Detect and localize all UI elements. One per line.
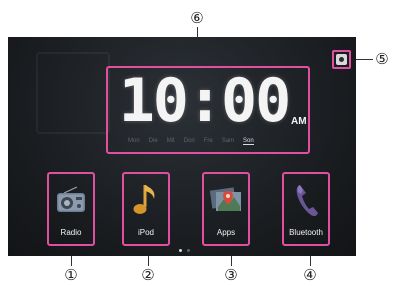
map-pin-icon bbox=[208, 180, 244, 220]
app-bluetooth-button[interactable]: Bluetooth bbox=[282, 172, 330, 246]
weekday-son: Son bbox=[243, 138, 254, 145]
callout-1: ① bbox=[64, 266, 78, 284]
radio-icon bbox=[53, 180, 89, 220]
callout-5: ⑤ bbox=[375, 50, 389, 68]
music-note-icon bbox=[128, 180, 164, 220]
app-radio-label: Radio bbox=[60, 228, 82, 237]
callout-3: ③ bbox=[224, 266, 238, 284]
callout-4: ④ bbox=[303, 266, 317, 284]
settings-icon bbox=[336, 54, 347, 65]
weekday-fre: Fre bbox=[203, 138, 213, 144]
page-dot-1[interactable] bbox=[179, 249, 182, 252]
page-dot-2[interactable] bbox=[187, 249, 190, 252]
callout-6: ⑥ bbox=[190, 9, 204, 27]
clock-time: 10:00 bbox=[118, 66, 292, 136]
phone-handset-icon bbox=[288, 180, 324, 220]
app-apps-button[interactable]: Apps bbox=[202, 172, 250, 246]
page-indicator[interactable] bbox=[179, 249, 190, 252]
weekday-row: Mon Die Mit Don Fre Sam Son bbox=[128, 138, 278, 145]
app-ipod-label: iPod bbox=[137, 228, 154, 237]
weekday-mon: Mon bbox=[128, 138, 140, 144]
weekday-sam: Sam bbox=[221, 138, 235, 144]
app-ipod-button[interactable]: iPod bbox=[122, 172, 170, 246]
settings-button[interactable] bbox=[332, 50, 351, 69]
app-bluetooth-label: Bluetooth bbox=[289, 228, 323, 237]
clock-ampm: AM bbox=[291, 116, 307, 127]
app-apps-label: Apps bbox=[216, 228, 236, 237]
callout-2: ② bbox=[141, 266, 155, 284]
weekday-die: Die bbox=[148, 138, 158, 144]
app-radio-button[interactable]: Radio bbox=[47, 172, 95, 246]
weekday-don: Don bbox=[183, 138, 195, 144]
background-decoration bbox=[36, 52, 110, 134]
weekday-mit: Mit bbox=[166, 138, 175, 144]
home-screen: 10:00 AM Mon Die Mit Don Fre Sam Son Rad… bbox=[8, 37, 356, 256]
clock-widget[interactable]: 10:00 AM Mon Die Mit Don Fre Sam Son bbox=[106, 66, 310, 154]
